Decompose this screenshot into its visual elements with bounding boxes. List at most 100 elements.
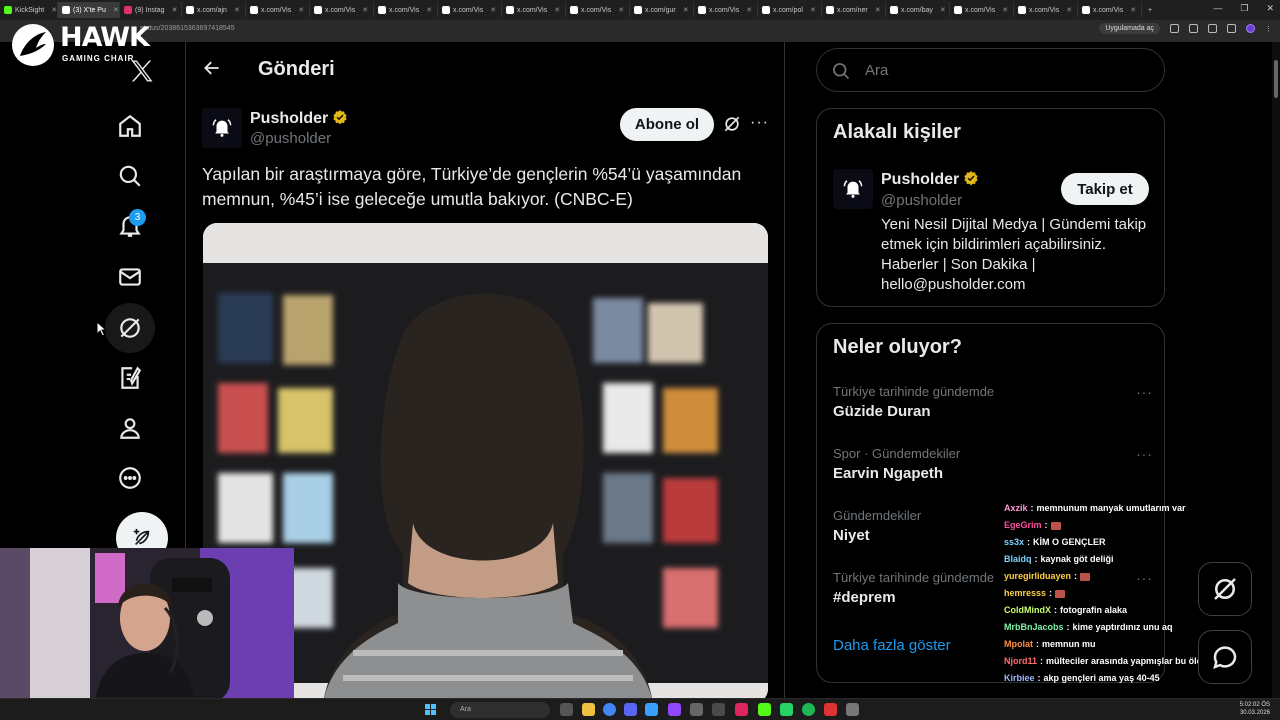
edge-icon[interactable] [645, 703, 658, 716]
zoom-icon[interactable] [1170, 24, 1179, 33]
chat-username[interactable]: yuregirliduayen [1004, 568, 1071, 585]
subscribe-button[interactable]: Abone ol [620, 108, 714, 141]
tab-close-icon[interactable]: ✕ [234, 6, 240, 14]
browser-tab[interactable]: x.com/Vis ✕ [566, 2, 630, 18]
grok-float-button[interactable] [1198, 562, 1252, 616]
tab-close-icon[interactable]: ✕ [1002, 6, 1008, 14]
tab-close-icon[interactable]: ✕ [172, 6, 178, 14]
browser-tab[interactable]: KickSight ✕ [0, 2, 58, 18]
grok-explain-button[interactable] [722, 114, 742, 134]
tab-close-icon[interactable]: ✕ [51, 6, 57, 14]
search-bar[interactable]: Ara [816, 48, 1165, 92]
articles-nav-button[interactable] [114, 362, 146, 394]
trend-item[interactable]: Spor · Gündemdekiler Earvin Ngapeth ··· [833, 446, 1153, 496]
spotify-icon[interactable] [802, 703, 815, 716]
explore-nav-button[interactable] [114, 160, 146, 192]
chat-username[interactable]: MrbBnJacobs [1004, 619, 1064, 636]
browser-tab[interactable]: x.com/pol ✕ [758, 2, 822, 18]
app-icon[interactable] [735, 703, 748, 716]
trend-more-button[interactable]: ··· [1136, 446, 1153, 462]
maximize-icon[interactable]: ❐ [1240, 3, 1248, 14]
tab-close-icon[interactable]: ✕ [618, 6, 624, 14]
chat-username[interactable]: Mpolat [1004, 636, 1033, 653]
trend-more-button[interactable]: ··· [1136, 384, 1153, 400]
browser-tab[interactable]: x.com/Vis ✕ [1078, 2, 1142, 18]
browser-tab[interactable]: x.com/Vis ✕ [1014, 2, 1078, 18]
chrome-icon[interactable] [603, 703, 616, 716]
chat-username[interactable]: ss3x [1004, 534, 1024, 551]
task-view-icon[interactable] [560, 703, 573, 716]
browser-tab[interactable]: x.com/Vis ✕ [374, 2, 438, 18]
back-button[interactable] [202, 58, 224, 80]
url-text[interactable]: status/2038615363697418545 [140, 25, 235, 32]
scrollbar[interactable] [1272, 42, 1280, 698]
tab-close-icon[interactable]: ✕ [875, 6, 881, 14]
extensions-icon[interactable] [1208, 24, 1217, 33]
browser-tab[interactable]: (9) Instag ✕ [120, 2, 182, 18]
browser-tab[interactable]: x.com/ner ✕ [822, 2, 886, 18]
windows-start-icon[interactable] [425, 704, 436, 715]
browser-tab[interactable]: x.com/Vis ✕ [502, 2, 566, 18]
tab-close-icon[interactable]: ✕ [746, 6, 752, 14]
related-handle[interactable]: @pusholder [881, 192, 962, 209]
chat-username[interactable]: EgeGrim [1004, 517, 1042, 534]
whatsapp-icon[interactable] [780, 703, 793, 716]
tab-close-icon[interactable]: ✕ [1066, 6, 1072, 14]
tab-close-icon[interactable]: ✕ [426, 6, 432, 14]
minimize-icon[interactable]: — [1213, 3, 1222, 14]
browser-tab[interactable]: x.com/ajn ✕ [182, 2, 246, 18]
chat-username[interactable]: Blaidq [1004, 551, 1032, 568]
app-icon[interactable] [690, 703, 703, 716]
tab-close-icon[interactable]: ✕ [554, 6, 560, 14]
file-explorer-icon[interactable] [582, 703, 595, 716]
browser-tab[interactable]: (3) X'te Pu ✕ [58, 2, 120, 18]
messages-float-button[interactable] [1198, 630, 1252, 684]
tab-close-icon[interactable]: ✕ [113, 6, 119, 14]
chat-username[interactable]: Kirbiee [1004, 670, 1035, 687]
obs-icon[interactable] [846, 703, 859, 716]
chat-username[interactable]: ColdMindX [1004, 602, 1051, 619]
search-input[interactable]: Ara [865, 62, 888, 79]
author-handle[interactable]: @pusholder [250, 130, 331, 147]
downloads-icon[interactable] [1227, 24, 1236, 33]
kick-icon[interactable] [758, 703, 771, 716]
tab-close-icon[interactable]: ✕ [940, 6, 946, 14]
close-icon[interactable]: ✕ [1266, 3, 1274, 14]
browser-tab[interactable]: x.com/Vis ✕ [950, 2, 1014, 18]
author-avatar[interactable] [202, 108, 242, 148]
discord-icon[interactable] [624, 703, 637, 716]
messages-nav-button[interactable] [114, 261, 146, 293]
show-more-link[interactable]: Daha fazla göster [833, 637, 951, 654]
taskbar-clock[interactable]: 5:02:02 ÖS 30.03.2026 [1240, 701, 1270, 717]
tab-close-icon[interactable]: ✕ [362, 6, 368, 14]
app-icon[interactable] [824, 703, 837, 716]
twitch-icon[interactable] [668, 703, 681, 716]
tab-close-icon[interactable]: ✕ [298, 6, 304, 14]
browser-menu-icon[interactable]: ⋮ [1265, 25, 1272, 33]
browser-tab[interactable]: x.com/bay ✕ [886, 2, 950, 18]
tab-close-icon[interactable]: ✕ [1130, 6, 1136, 14]
browser-tab[interactable]: x.com/gur ✕ [630, 2, 694, 18]
browser-tab[interactable]: x.com/Vis ✕ [310, 2, 374, 18]
profile-icon[interactable] [1246, 24, 1255, 33]
post-more-button[interactable]: ··· [750, 114, 769, 132]
follow-button[interactable]: Takip et [1061, 173, 1149, 205]
more-nav-button[interactable] [114, 462, 146, 494]
new-tab-button[interactable]: + [1148, 7, 1152, 14]
related-name[interactable]: Pusholder [881, 170, 979, 189]
profile-nav-button[interactable] [114, 412, 146, 444]
grok-nav-button[interactable] [114, 312, 146, 344]
scrollbar-thumb[interactable] [1274, 60, 1278, 98]
tab-close-icon[interactable]: ✕ [810, 6, 816, 14]
tab-close-icon[interactable]: ✕ [490, 6, 496, 14]
browser-tab[interactable]: x.com/Vis ✕ [694, 2, 758, 18]
open-in-app-button[interactable]: Uygulamada aç [1099, 23, 1160, 34]
chat-username[interactable]: Njord11 [1004, 653, 1037, 670]
home-nav-button[interactable] [114, 110, 146, 142]
tab-close-icon[interactable]: ✕ [683, 6, 689, 14]
app-icon[interactable] [712, 703, 725, 716]
chat-username[interactable]: hemresss [1004, 585, 1046, 602]
author-name[interactable]: Pusholder [250, 109, 348, 128]
bookmark-star-icon[interactable] [1189, 24, 1198, 33]
related-avatar[interactable] [833, 169, 873, 209]
